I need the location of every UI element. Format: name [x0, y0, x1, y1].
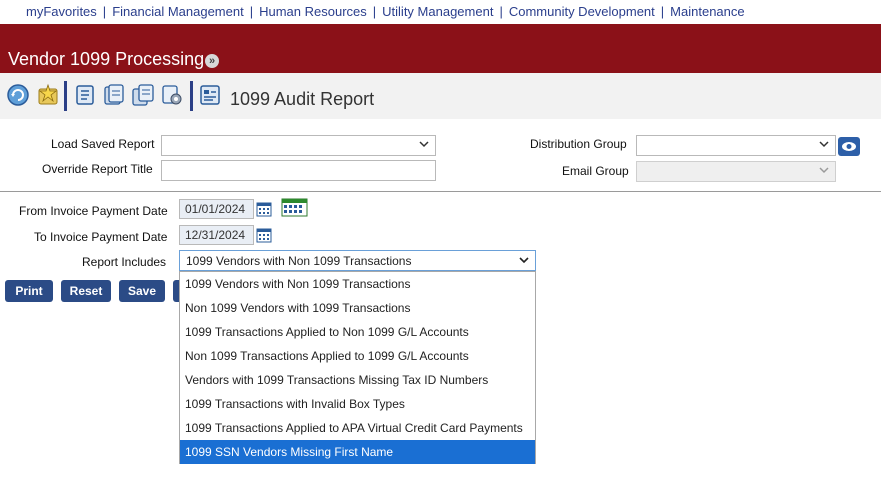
- dropdown-option[interactable]: Vendors with 1099 Transactions Missing T…: [180, 368, 535, 392]
- report-icon[interactable]: [102, 83, 126, 107]
- nav-my-favorites[interactable]: myFavorites: [26, 4, 97, 19]
- page-title: Vendor 1099 Processing: [8, 49, 205, 69]
- dropdown-option[interactable]: 1099 Transactions Applied to APA Virtual…: [180, 416, 535, 440]
- to-invoice-payment-date-label: To Invoice Payment Date: [34, 230, 168, 244]
- save-button[interactable]: Save: [119, 280, 165, 302]
- toolbar-separator: [190, 81, 193, 111]
- nav-community-development[interactable]: Community Development: [509, 4, 655, 19]
- favorites-icon[interactable]: [36, 83, 60, 107]
- chevron-down-icon: [819, 167, 829, 174]
- toolbar: 1099 Audit Report: [0, 73, 881, 119]
- from-invoice-payment-date-label: From Invoice Payment Date: [19, 204, 168, 218]
- top-nav-items: myFavorites | Financial Management | Human R…: [26, 4, 745, 19]
- override-report-title-label: Override Report Title: [42, 162, 153, 176]
- page-banner: Vendor 1099 Processing »: [0, 24, 881, 73]
- to-invoice-payment-date-input[interactable]: 12/31/2024: [179, 225, 254, 245]
- expand-chevron-icon[interactable]: »: [205, 54, 219, 68]
- nav-separator: |: [372, 4, 377, 19]
- dropdown-option[interactable]: Non 1099 Transactions Applied to 1099 G/…: [180, 344, 535, 368]
- nav-separator: |: [249, 4, 254, 19]
- distribution-group-label: Distribution Group: [530, 137, 627, 151]
- settings-icon[interactable]: [160, 83, 184, 107]
- chevron-down-icon: [519, 257, 529, 264]
- calendar-icon[interactable]: [256, 227, 272, 243]
- email-group-label: Email Group: [562, 164, 629, 178]
- date-range-calendar-icon[interactable]: [281, 198, 308, 217]
- nav-separator: |: [660, 4, 665, 19]
- from-invoice-payment-date-input[interactable]: 01/01/2024: [179, 199, 254, 219]
- view-distribution-group-button[interactable]: [838, 137, 860, 156]
- dropdown-option[interactable]: Non 1099 Vendors with 1099 Transactions: [180, 296, 535, 320]
- toolbar-separator: [64, 81, 67, 111]
- nav-maintenance[interactable]: Maintenance: [670, 4, 744, 19]
- dropdown-option-highlighted[interactable]: 1099 SSN Vendors Missing First Name: [180, 440, 535, 464]
- audit-icon[interactable]: [198, 83, 222, 107]
- chevron-down-icon: [419, 141, 429, 148]
- email-group-select: [636, 161, 836, 182]
- documents-icon[interactable]: [131, 83, 155, 107]
- nav-separator: |: [102, 4, 107, 19]
- reset-button[interactable]: Reset: [61, 280, 111, 302]
- report-title: 1099 Audit Report: [230, 89, 375, 109]
- nav-human-resources[interactable]: Human Resources: [259, 4, 367, 19]
- dropdown-option[interactable]: 1099 Transactions with Invalid Box Types: [180, 392, 535, 416]
- top-nav: myFavorites | Financial Management | Human R…: [0, 0, 881, 24]
- nav-separator: |: [499, 4, 503, 19]
- dropdown-option[interactable]: 1099 Vendors with Non 1099 Transactions: [180, 272, 535, 296]
- report-includes-select[interactable]: 1099 Vendors with Non 1099 Transactions: [179, 250, 536, 271]
- list-icon[interactable]: [73, 83, 97, 107]
- dropdown-option[interactable]: 1099 Transactions Applied to Non 1099 G/…: [180, 320, 535, 344]
- override-report-title-input[interactable]: [161, 160, 436, 181]
- calendar-icon[interactable]: [256, 201, 272, 217]
- report-includes-value: 1099 Vendors with Non 1099 Transactions: [186, 254, 412, 268]
- print-button[interactable]: Print: [5, 280, 53, 302]
- refresh-icon[interactable]: [6, 83, 30, 107]
- eye-icon: [842, 142, 856, 151]
- distribution-group-select[interactable]: [636, 135, 836, 156]
- load-saved-report-select[interactable]: [161, 135, 436, 156]
- report-includes-options: 1099 Vendors with Non 1099 Transactions …: [179, 271, 536, 464]
- chevron-down-icon: [819, 141, 829, 148]
- section-divider: [0, 191, 881, 192]
- load-saved-report-label: Load Saved Report: [51, 137, 155, 151]
- nav-utility-management[interactable]: Utility Management: [382, 4, 493, 19]
- nav-financial-management[interactable]: Financial Management: [112, 4, 244, 19]
- report-includes-label: Report Includes: [82, 255, 167, 269]
